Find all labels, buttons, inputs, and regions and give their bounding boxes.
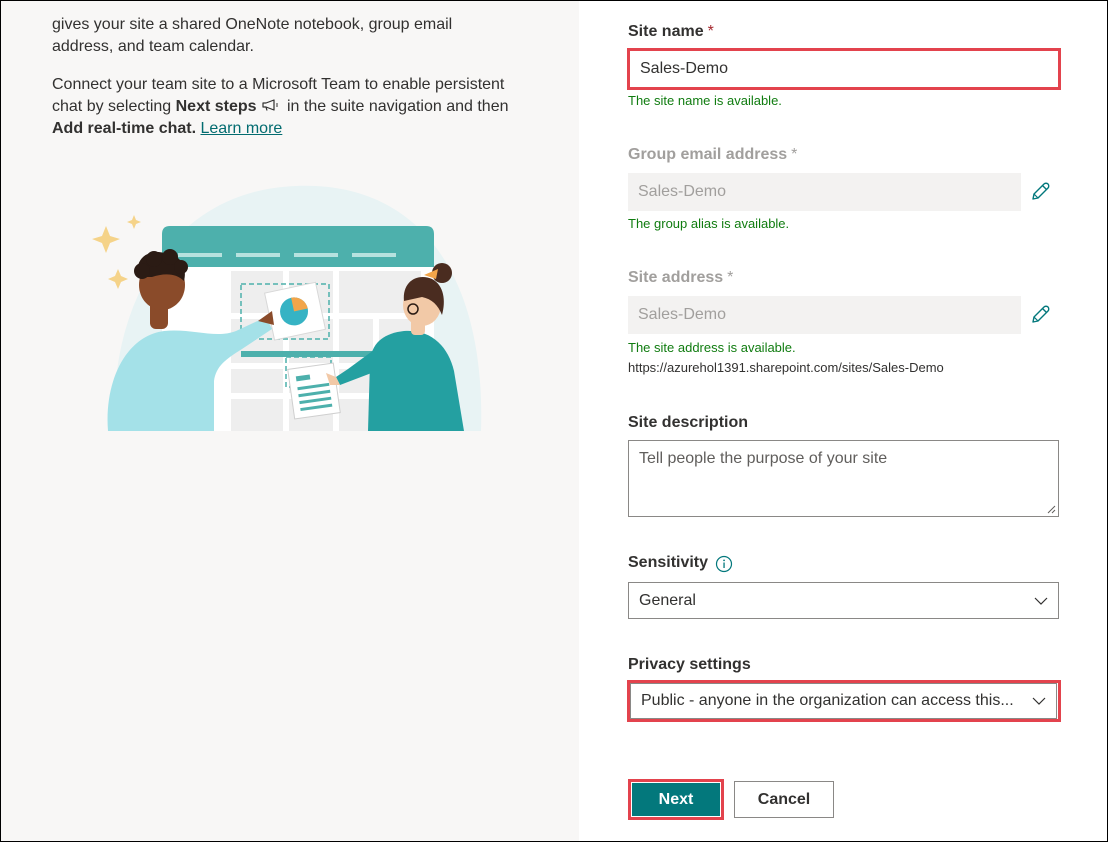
sensitivity-selected: General <box>639 591 696 609</box>
site-description-placeholder: Tell people the purpose of your site <box>639 450 888 467</box>
intro-line-1: gives your site a shared OneNote noteboo… <box>52 16 453 33</box>
group-email-label: Group email address * <box>628 146 797 164</box>
info-panel: gives your site a shared OneNote noteboo… <box>1 1 579 841</box>
group-email-label-text: Group email address <box>628 146 788 163</box>
site-address-status: The site address is available. <box>628 340 796 355</box>
connect-line-3: Add real-time chat. Learn more <box>52 118 552 140</box>
dialog-frame: gives your site a shared OneNote noteboo… <box>0 0 1108 842</box>
required-marker: * <box>707 23 714 40</box>
site-address-label-text: Site address <box>628 269 724 286</box>
connect-teams-text: Connect your team site to a Microsoft Te… <box>52 74 552 140</box>
site-url: https://azurehol1391.sharepoint.com/site… <box>628 360 944 375</box>
chevron-down-icon <box>1034 597 1048 605</box>
privacy-settings-label: Privacy settings <box>628 656 751 673</box>
privacy-dropdown[interactable]: Public - anyone in the organization can … <box>630 683 1057 719</box>
next-button[interactable]: Next <box>632 783 720 816</box>
connect-line-1: Connect your team site to a Microsoft Te… <box>52 76 505 93</box>
site-description-textarea[interactable]: Tell people the purpose of your site <box>628 440 1059 517</box>
resize-grip-icon[interactable] <box>1046 504 1056 514</box>
pencil-icon[interactable] <box>1029 304 1051 326</box>
learn-more-link[interactable]: Learn more <box>200 120 282 137</box>
add-chat-text: Add real-time chat. <box>52 120 197 137</box>
group-email-input[interactable]: Sales-Demo <box>628 173 1021 211</box>
pencil-icon[interactable] <box>1029 181 1051 203</box>
intro-line-2: address, and team calendar. <box>52 38 254 55</box>
next-steps-text: Next steps <box>175 98 257 115</box>
group-email-status: The group alias is available. <box>628 216 790 231</box>
chevron-down-icon <box>1032 697 1046 705</box>
cancel-button[interactable]: Cancel <box>734 781 834 818</box>
site-description-label: Site description <box>628 414 749 431</box>
megaphone-icon <box>261 99 278 111</box>
connect-suffix: in the suite navigation and then <box>282 98 509 115</box>
connect-prefix: chat by selecting <box>52 98 176 115</box>
connect-line-2: chat by selecting Next steps in the suit… <box>52 96 552 118</box>
site-name-label-text: Site name <box>628 23 704 40</box>
site-name-status: The site name is available. <box>628 93 782 108</box>
required-marker: * <box>727 269 734 286</box>
site-name-input[interactable]: Sales-Demo <box>629 49 1059 89</box>
required-marker: * <box>791 146 798 163</box>
site-name-label: Site name * <box>628 23 714 41</box>
site-address-input[interactable]: Sales-Demo <box>628 296 1021 334</box>
info-icon[interactable] <box>715 555 733 573</box>
sensitivity-label: Sensitivity <box>628 554 709 571</box>
privacy-selected: Public - anyone in the organization can … <box>641 692 1014 709</box>
sensitivity-dropdown[interactable]: General <box>628 582 1059 619</box>
intro-text: gives your site a shared OneNote noteboo… <box>52 15 552 58</box>
team-collaboration-illustration <box>92 185 482 431</box>
site-address-label: Site address * <box>628 269 733 287</box>
